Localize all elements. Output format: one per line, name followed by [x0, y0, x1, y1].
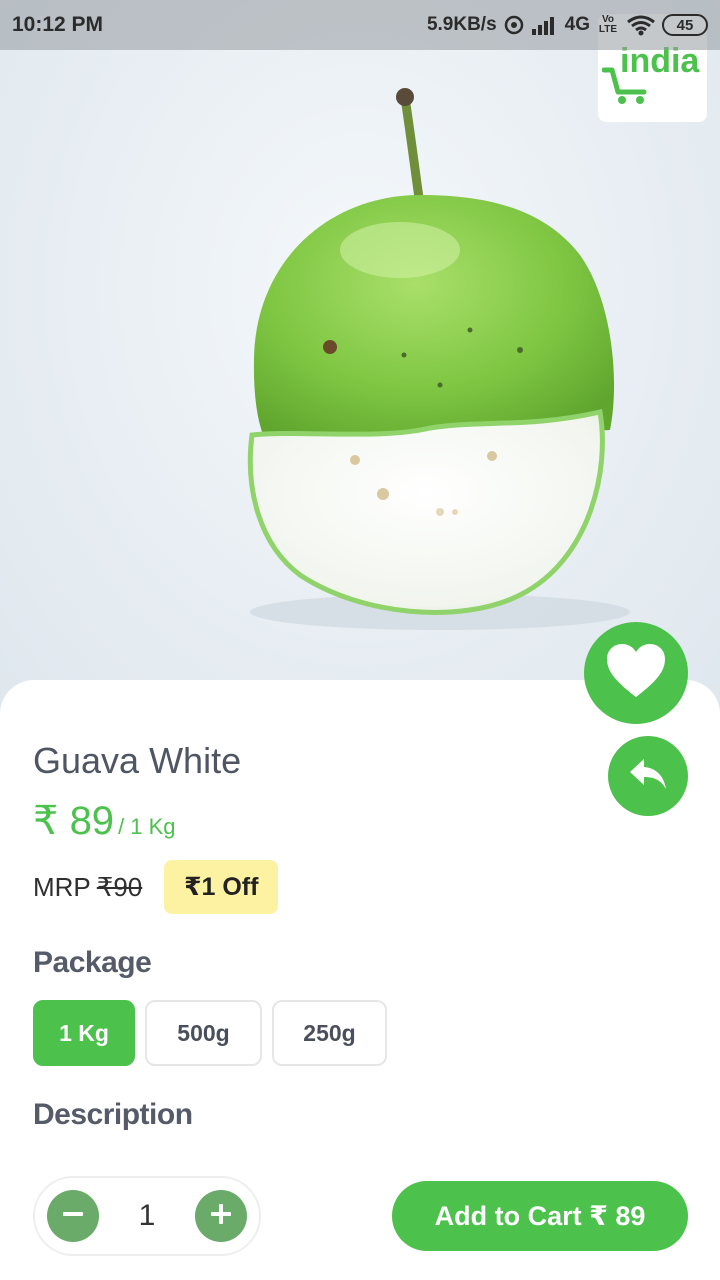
price-row: ₹ 89 / 1 Kg [33, 798, 176, 844]
package-options: 1 Kg 500g 250g [33, 1000, 387, 1066]
volte-indicator: Vo LTE [598, 14, 618, 35]
status-icons: 5.9KB/s 4G Vo LTE 45 [427, 14, 708, 36]
discount-badge: ₹1 Off [164, 860, 279, 914]
quantity-value: 1 [138, 1199, 156, 1232]
plus-icon [208, 1201, 234, 1232]
wifi-icon [626, 14, 656, 36]
mrp-value: ₹90 [96, 871, 143, 902]
battery-icon: 45 [662, 14, 708, 36]
heart-icon [605, 643, 667, 704]
minus-icon [60, 1201, 86, 1232]
package-heading: Package [33, 946, 152, 979]
package-option-1kg[interactable]: 1 Kg [33, 1000, 135, 1066]
wishlist-button[interactable] [584, 622, 688, 724]
share-button[interactable] [608, 736, 688, 816]
increase-button[interactable] [195, 1190, 247, 1242]
share-icon [628, 757, 668, 796]
hotspot-icon [503, 14, 525, 36]
status-time: 10:12 PM [12, 13, 104, 36]
package-option-250g[interactable]: 250g [272, 1000, 387, 1066]
product-price: ₹ 89 [33, 799, 115, 843]
quantity-stepper: 1 [33, 1176, 261, 1256]
product-title: Guava White [33, 740, 242, 781]
add-to-cart-button[interactable]: Add to Cart ₹ 89 [392, 1181, 688, 1251]
signal-icon [531, 15, 559, 35]
network-type: 4G [564, 14, 590, 35]
price-unit: / 1 Kg [118, 814, 176, 839]
decrease-button[interactable] [47, 1190, 99, 1242]
package-option-500g[interactable]: 500g [145, 1000, 262, 1066]
mrp-label: MRP [33, 871, 91, 902]
network-speed: 5.9KB/s [426, 14, 497, 35]
mrp-row: MRP ₹90 ₹1 Off [33, 860, 279, 914]
status-bar: 10:12 PM 5.9KB/s 4G Vo LTE 45 [0, 0, 720, 50]
description-heading: Description [33, 1098, 193, 1131]
